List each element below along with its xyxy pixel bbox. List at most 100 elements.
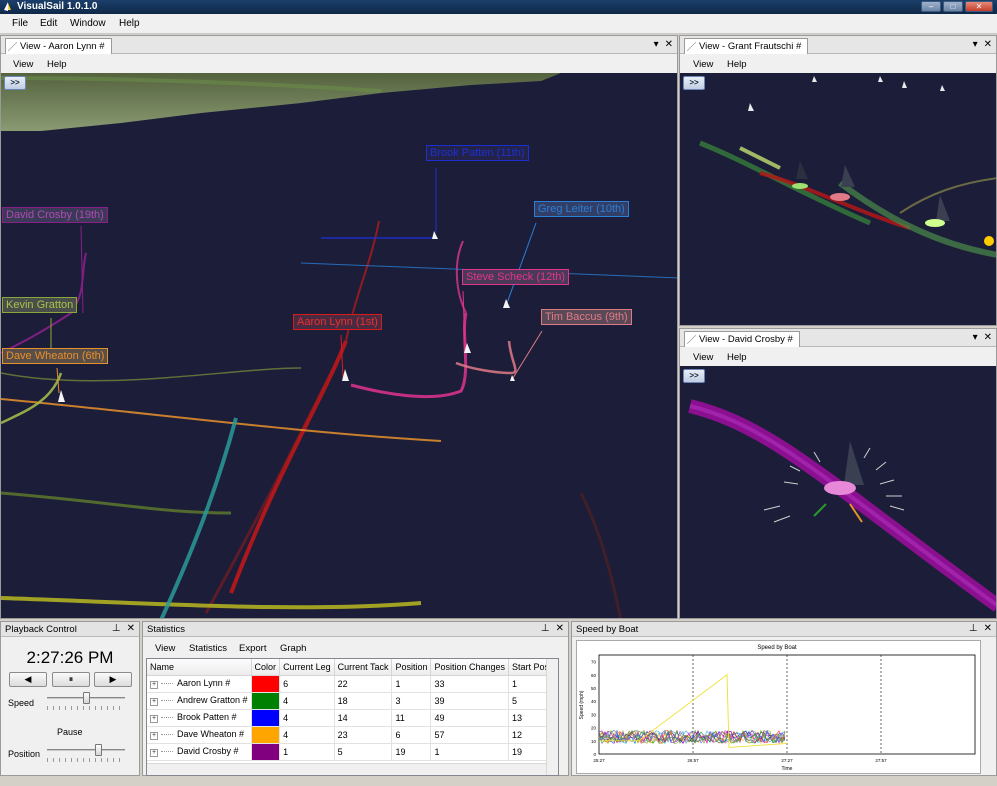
- close-panel-icon[interactable]: ✕: [127, 623, 135, 634]
- playback-clock: 2:27:26 PM: [26, 648, 114, 667]
- table-row[interactable]: + Brook Patten #4 14 11 49 13: [147, 709, 558, 727]
- col-name[interactable]: Name: [147, 659, 252, 676]
- boat-name: Aaron Lynn #: [177, 678, 231, 688]
- view-menu[interactable]: View: [13, 59, 33, 70]
- pin-icon[interactable]: ⊥: [112, 623, 121, 634]
- boat-label-brook-patten[interactable]: Brook Patten (11th): [426, 145, 529, 161]
- col-current-leg[interactable]: Current Leg: [279, 659, 335, 676]
- pin-icon[interactable]: ⊥: [541, 623, 550, 634]
- menu-window[interactable]: Window: [70, 18, 106, 29]
- tree-connector: [161, 751, 173, 753]
- pause-label: Pause: [57, 727, 83, 737]
- race-scene: [1, 73, 677, 618]
- tree-connector: [161, 717, 173, 719]
- x-axis-label: Time: [782, 766, 793, 772]
- cell-position: 19: [391, 743, 432, 761]
- david-scene: [688, 399, 996, 612]
- cell-position-changes: 57: [430, 726, 510, 744]
- expand-row-icon[interactable]: +: [150, 732, 158, 740]
- menu-bar: File Edit Window Help: [0, 14, 997, 34]
- close-tab-icon[interactable]: ✕: [984, 332, 992, 343]
- grid-vertical-scrollbar[interactable]: [546, 659, 558, 775]
- expand-button[interactable]: >>: [683, 76, 705, 90]
- table-row[interactable]: + Dave Wheaton #4 23 6 57 12: [147, 726, 558, 744]
- col-color[interactable]: Color: [251, 659, 281, 676]
- tab-aaron-lynn-view[interactable]: View - Aaron Lynn #: [5, 38, 112, 54]
- boat-label-aaron-lynn[interactable]: Aaron Lynn (1st): [293, 314, 382, 330]
- minimize-button[interactable]: –: [921, 1, 941, 12]
- boat-label-greg-leiter[interactable]: Greg Leiter (10th): [534, 201, 629, 217]
- close-panel-icon[interactable]: ✕: [984, 623, 992, 634]
- expand-button[interactable]: >>: [683, 369, 705, 383]
- pause-button[interactable]: ⏸: [52, 672, 90, 687]
- title-bar: VisualSail 1.0.1.0 – □ ✕: [0, 0, 997, 14]
- cell-current-tack: 23: [334, 726, 393, 744]
- tab-dropdown-icon[interactable]: ▾: [973, 39, 978, 50]
- help-menu[interactable]: Help: [727, 352, 747, 363]
- expand-row-icon[interactable]: +: [150, 749, 158, 757]
- 3d-race-viewport-david[interactable]: >>: [680, 366, 996, 618]
- position-slider[interactable]: [47, 744, 125, 762]
- step-back-button[interactable]: ◀: [9, 672, 47, 687]
- cell-current-leg: 6: [279, 675, 335, 693]
- stats-menu-statistics[interactable]: Statistics: [189, 643, 227, 654]
- close-panel-icon[interactable]: ✕: [556, 623, 564, 634]
- help-menu[interactable]: Help: [727, 59, 747, 70]
- col-current-tack[interactable]: Current Tack: [334, 659, 393, 676]
- view-menu[interactable]: View: [693, 352, 713, 363]
- boat-label-david-crosby[interactable]: David Crosby (19th): [2, 207, 108, 223]
- close-window-button[interactable]: ✕: [965, 1, 993, 12]
- tree-connector: [161, 734, 173, 736]
- speed-chart-area[interactable]: Speed by Boat Speed (mph) Time 0 10 20 30 40 50 6…: [576, 640, 981, 774]
- tab-grant-frautschi-view[interactable]: View - Grant Frautschi #: [684, 38, 809, 54]
- cell-name: + Aaron Lynn #: [147, 675, 252, 693]
- expand-button[interactable]: >>: [4, 76, 26, 90]
- 3d-race-viewport-grant[interactable]: >>: [680, 73, 996, 325]
- grid-horizontal-scrollbar[interactable]: [147, 763, 546, 775]
- close-tab-icon[interactable]: ✕: [665, 39, 673, 50]
- boat-label-dave-wheaton[interactable]: Dave Wheaton (6th): [2, 348, 109, 364]
- cell-position: 1: [391, 675, 432, 693]
- expand-row-icon[interactable]: +: [150, 681, 158, 689]
- expand-row-icon[interactable]: +: [150, 715, 158, 723]
- menu-edit[interactable]: Edit: [40, 18, 57, 29]
- menu-help[interactable]: Help: [119, 18, 140, 29]
- boat-label-tim-baccus[interactable]: Tim Baccus (9th): [541, 309, 632, 325]
- grid-header-row: Name Color Current Leg Current Tack Posi…: [147, 659, 558, 676]
- col-position[interactable]: Position: [391, 659, 432, 676]
- y-tick-label: 0: [593, 752, 596, 757]
- cell-name: + Dave Wheaton #: [147, 726, 252, 744]
- table-row[interactable]: + Andrew Gratton #4 18 3 39 5: [147, 692, 558, 710]
- stats-menu-export[interactable]: Export: [239, 643, 266, 654]
- table-row[interactable]: + Aaron Lynn #6 22 1 33 1: [147, 675, 558, 693]
- tab-dropdown-icon[interactable]: ▾: [973, 332, 978, 343]
- cell-color: [251, 692, 281, 710]
- pin-icon[interactable]: ⊥: [969, 623, 978, 634]
- speed-label: Speed: [8, 698, 35, 708]
- tab-david-crosby-view[interactable]: View - David Crosby #: [684, 331, 800, 347]
- y-tick-label: 30: [591, 712, 597, 717]
- 3d-race-viewport[interactable]: >> Brook Patten (11th) David Crosby (19t…: [1, 73, 677, 618]
- boat-name: Dave Wheaton #: [177, 729, 245, 739]
- statistics-grid[interactable]: Name Color Current Leg Current Tack Posi…: [146, 658, 559, 776]
- stats-menu-graph[interactable]: Graph: [280, 643, 306, 654]
- speed-slider-thumb[interactable]: [82, 692, 90, 704]
- play-forward-button[interactable]: ▶: [94, 672, 132, 687]
- x-tick-label: 25:27: [593, 758, 605, 763]
- help-menu[interactable]: Help: [47, 59, 67, 70]
- boat-label-kevin-gratton[interactable]: Kevin Gratton: [2, 297, 78, 313]
- stats-menu-view[interactable]: View: [155, 643, 175, 654]
- col-position-changes[interactable]: Position Changes: [430, 659, 510, 676]
- expand-row-icon[interactable]: +: [150, 698, 158, 706]
- statistics-panel: Statistics ⊥ ✕ View Statistics Export Gra…: [142, 621, 569, 776]
- boat-label-steve-scheck[interactable]: Steve Scheck (12th): [462, 269, 570, 285]
- close-tab-icon[interactable]: ✕: [984, 39, 992, 50]
- david-crosby-view-pane: View - David Crosby # ▾ ✕ View Help >>: [679, 328, 997, 619]
- position-slider-thumb[interactable]: [95, 744, 103, 756]
- tab-dropdown-icon[interactable]: ▾: [654, 39, 659, 50]
- menu-file[interactable]: File: [12, 18, 28, 29]
- table-row[interactable]: + David Crosby #1 5 19 1 19: [147, 743, 558, 761]
- view-menu[interactable]: View: [693, 59, 713, 70]
- speed-slider[interactable]: [47, 692, 125, 710]
- maximize-button[interactable]: □: [943, 1, 963, 12]
